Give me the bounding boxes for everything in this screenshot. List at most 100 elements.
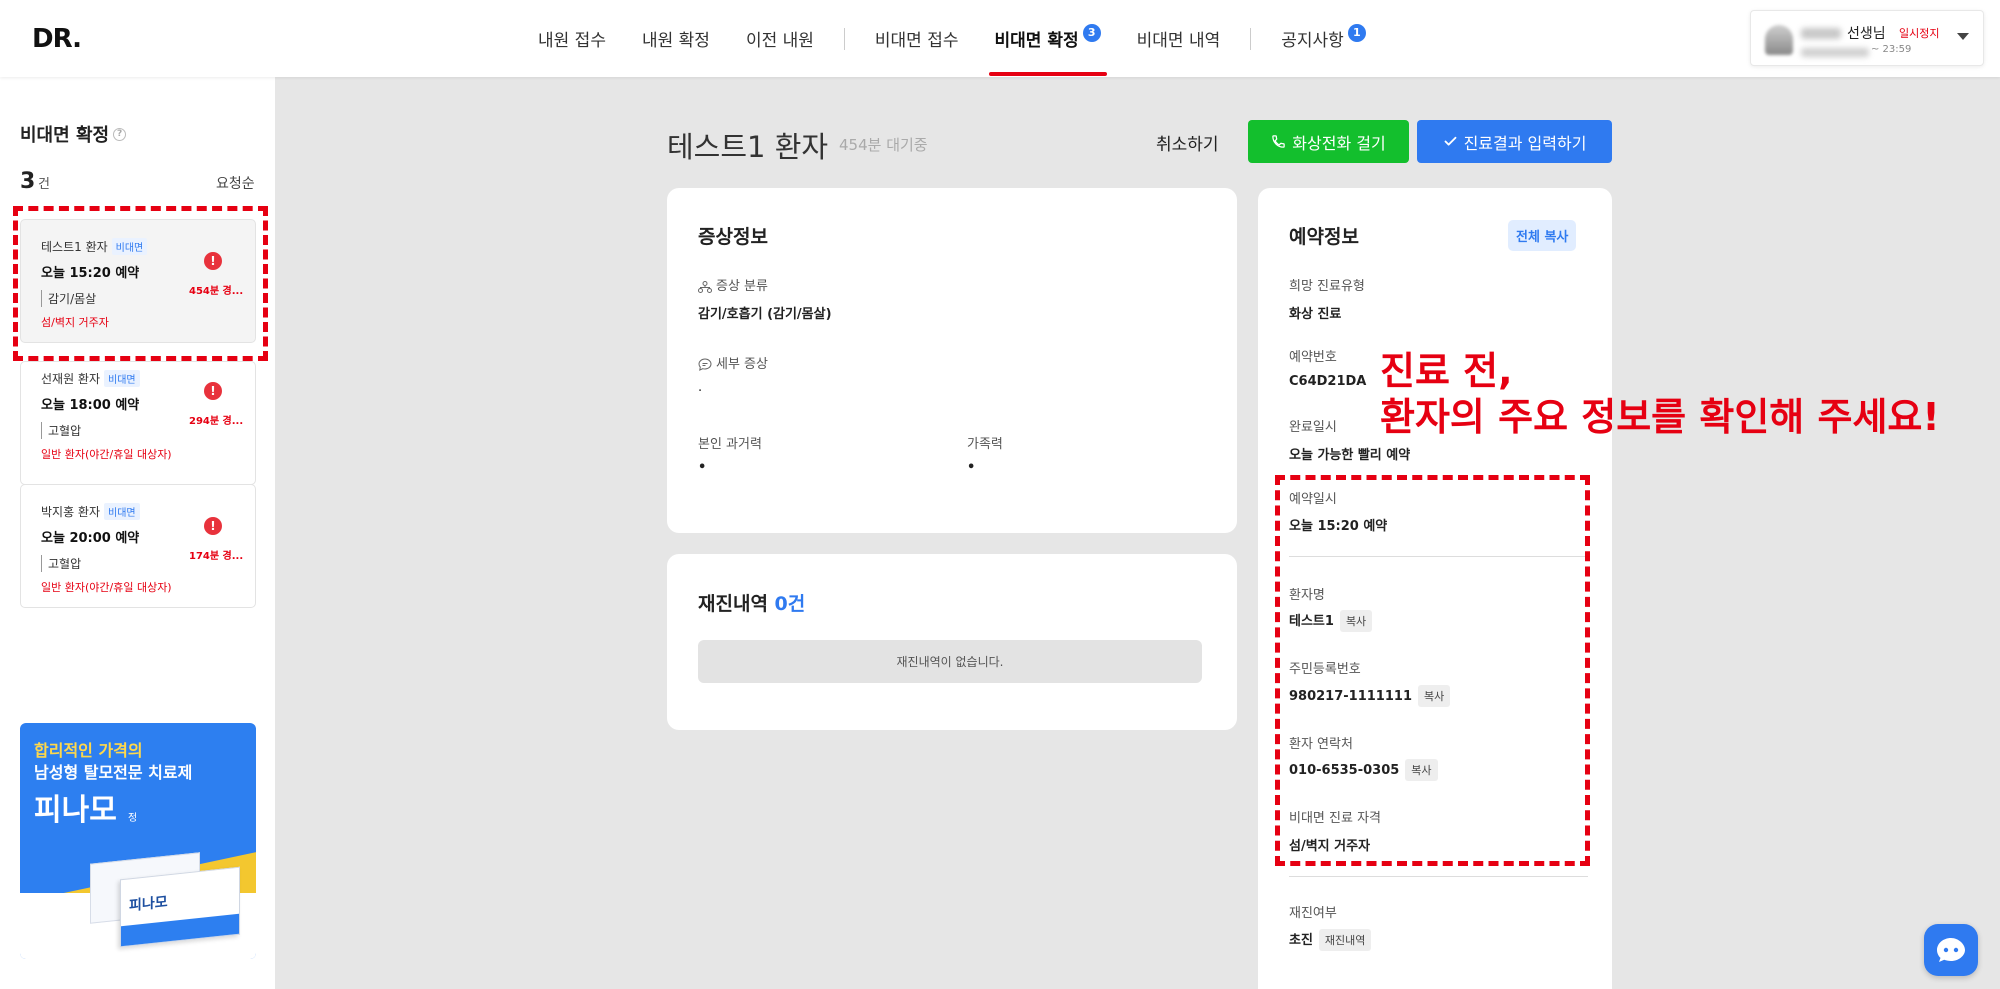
symptom-category-label-text: 증상 분류 [716, 279, 768, 294]
product-box-image: 피나모 [120, 866, 240, 948]
nav-item-remote-reception[interactable]: 비대면 접수 [857, 0, 977, 77]
symptom-category-label: 증상 분류 [698, 275, 768, 294]
patient-name-label: 환자명 [1289, 588, 1325, 603]
sort-dropdown[interactable]: 요청순 [216, 173, 255, 193]
eligibility-note: 일반 환자(야간/휴일 대상자) [41, 448, 172, 461]
video-call-button[interactable]: 화상전화 걸기 [1248, 120, 1409, 163]
phone-label: 환자 연락처 [1289, 737, 1353, 752]
family-history-value: • [967, 460, 976, 475]
user-hours: ~ 23:59 [1871, 44, 1912, 55]
rrn-label: 주민등록번호 [1289, 662, 1361, 677]
reservation-time: 오늘 15:20 예약 [41, 266, 140, 281]
ad-headline: 합리적인 가격의 [34, 741, 143, 760]
eligibility-label: 비대면 진료 자격 [1289, 811, 1381, 826]
video-call-label: 화상전화 걸기 [1292, 133, 1386, 153]
nav-item-visit-confirm[interactable]: 내원 확정 [624, 0, 728, 77]
patient-name-text: 테스트1 환자 [41, 240, 108, 254]
nav-item-visit-reception[interactable]: 내원 접수 [520, 0, 624, 77]
eligibility-note: 일반 환자(야간/휴일 대상자) [41, 581, 172, 594]
alert-icon: ! [204, 382, 222, 400]
count-badge: 3 [1082, 23, 1101, 42]
logo[interactable]: DR. [32, 24, 82, 54]
nav-label: 내원 확정 [641, 31, 710, 51]
ad-banner[interactable]: 합리적인 가격의 남성형 탈모전문 치료제 피나모 정 피나모 [20, 723, 256, 959]
revisit-history-link[interactable]: 재진내역 [1318, 929, 1372, 951]
symptom-info-card: 증상정보 증상 분류 감기/호흡기 (감기/몸살) 세부 증상 . 본인 과거력… [667, 188, 1237, 533]
nav-item-previous-visits[interactable]: 이전 내원 [728, 0, 832, 77]
symptom-detail-value: . [698, 380, 703, 395]
personal-history-label: 본인 과거력 [698, 437, 762, 452]
product-box-label: 피나모 [129, 894, 168, 915]
reservation-time: 오늘 18:00 예약 [41, 398, 140, 413]
nav-label: 비대면 내역 [1136, 31, 1221, 51]
nav-item-remote-confirm[interactable]: 비대면 확정 3 [977, 0, 1119, 77]
blurred-user-hours [1801, 48, 1869, 57]
nav-item-notices[interactable]: 공지사항 1 [1263, 0, 1384, 77]
divider [1289, 556, 1588, 557]
nav-label: 비대면 접수 [874, 31, 959, 51]
completed-datetime-label: 완료일시 [1289, 420, 1337, 435]
revisit-status-label: 재진여부 [1289, 906, 1337, 921]
enter-result-button[interactable]: 진료결과 입력하기 [1417, 120, 1612, 163]
symptom-detail-label: 세부 증상 [698, 353, 768, 372]
desired-type-label: 희망 진료유형 [1289, 279, 1365, 294]
copy-rrn-button[interactable]: 복사 [1418, 685, 1451, 707]
diagnosis: 감기/몸살 [41, 290, 96, 307]
nav-label: 내원 접수 [538, 31, 606, 51]
family-history-label: 가족력 [967, 437, 1003, 452]
patient-name: 테스트1 환자 비대면 [41, 238, 148, 255]
patient-card[interactable]: 선재원 환자 비대면 오늘 18:00 예약 고혈압 일반 환자(야간/휴일 대상… [20, 361, 256, 485]
copy-phone-button[interactable]: 복사 [1405, 759, 1438, 781]
patient-card[interactable]: 테스트1 환자 비대면 오늘 15:20 예약 감기/몸살 섬/벽지 거주자 ! … [20, 219, 256, 343]
patient-name-text: 선재원 환자 [41, 372, 101, 386]
speech-bubble-icon [698, 358, 712, 371]
remote-tag: 비대면 [104, 503, 140, 520]
remote-tag: 비대면 [111, 238, 148, 255]
page-title: 테스트1 환자 [667, 130, 829, 164]
alert-icon: ! [204, 517, 222, 535]
nav-label: 이전 내원 [745, 31, 814, 51]
empty-state: 재진내역이 없습니다. [698, 640, 1202, 683]
symptom-detail-label-text: 세부 증상 [716, 357, 768, 372]
wait-info: 454분 대기중 [839, 136, 928, 154]
divider [1289, 876, 1588, 877]
callout-line-2: 환자의 주요 정보를 확인해 주세요! [1380, 395, 1940, 439]
patient-name-text: 박지홍 환자 [41, 505, 101, 519]
symptom-category-value: 감기/호흡기 (감기/몸살) [698, 307, 832, 322]
blurred-user-info [1801, 28, 1841, 39]
symptom-info-title: 증상정보 [698, 226, 768, 248]
wait-time: 454분 경... [189, 286, 244, 297]
reservation-info-card: 예약정보 전체 복사 희망 진료유형 화상 진료 예약번호 C64D21DA 완… [1258, 188, 1612, 989]
patient-name: 박지홍 환자 비대면 [41, 503, 140, 520]
copy-all-button[interactable]: 전체 복사 [1508, 220, 1577, 251]
revisit-history-title-text: 재진내역 [698, 593, 768, 615]
chevron-down-icon[interactable] [1957, 33, 1969, 40]
reservation-time: 오늘 20:00 예약 [41, 531, 140, 546]
phone-value: 010-6535-0305 복사 [1289, 759, 1438, 781]
revisit-status-value: 초진 재진내역 [1289, 929, 1372, 951]
revisit-count: 0건 [774, 593, 806, 615]
patient-name-value: 테스트1 복사 [1289, 610, 1373, 632]
avatar [1765, 25, 1793, 55]
reservation-info-title: 예약정보 [1289, 226, 1359, 248]
nav-item-remote-history[interactable]: 비대면 내역 [1119, 0, 1239, 77]
eligibility-value: 섬/벽지 거주자 [1289, 839, 1371, 854]
remote-tag: 비대면 [104, 370, 140, 387]
patient-card[interactable]: 박지홍 환자 비대면 오늘 20:00 예약 고혈압 일반 환자(야간/휴일 대상… [20, 484, 256, 608]
desired-type-value: 화상 진료 [1289, 307, 1342, 322]
ad-product-suffix: 정 [128, 813, 138, 824]
ad-subheadline: 남성형 탈모전문 치료제 [34, 763, 193, 782]
alert-icon: ! [204, 252, 222, 270]
patient-count: 3 [20, 169, 36, 194]
sidebar-title: 비대면 확정? [20, 121, 127, 147]
ad-product-name: 피나모 [34, 793, 117, 828]
reservation-datetime-label: 예약일시 [1289, 492, 1337, 507]
user-menu[interactable]: 선생님 일시정지 ~ 23:59 [1750, 10, 1984, 66]
help-icon[interactable]: ? [113, 127, 127, 141]
diagnosis: 고혈압 [41, 555, 81, 572]
cancel-button[interactable]: 취소하기 [1156, 130, 1219, 155]
revisit-status-value-text: 초진 [1289, 933, 1313, 948]
revisit-history-card: 재진내역 0건 재진내역이 없습니다. [667, 554, 1237, 730]
copy-name-button[interactable]: 복사 [1339, 610, 1373, 632]
chat-button[interactable] [1924, 924, 1978, 976]
